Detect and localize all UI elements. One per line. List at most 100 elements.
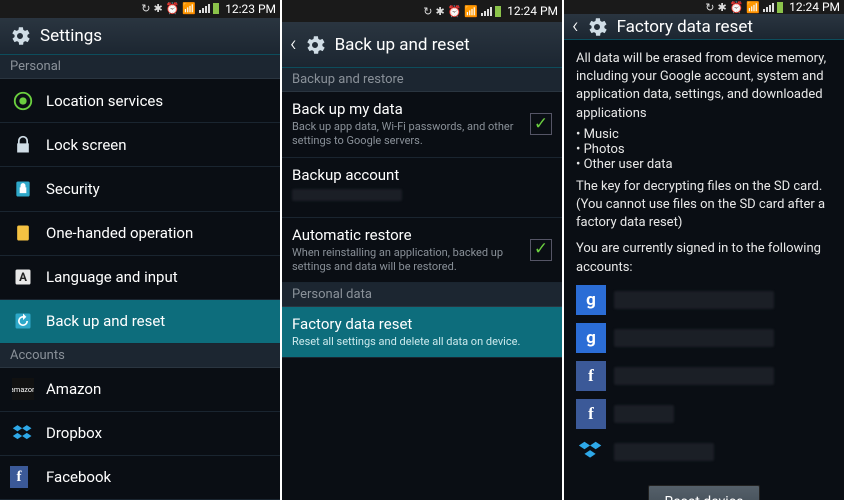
redacted-account: [614, 405, 674, 423]
section-accounts: Accounts: [0, 344, 280, 368]
item-label: Security: [46, 180, 100, 198]
redacted-account: [614, 367, 774, 385]
header: ‹ Factory data reset: [564, 14, 844, 40]
status-bar: ↻ ✱ ⏰ 📶 12:24 PM: [564, 0, 844, 14]
dropbox-icon: [576, 437, 606, 467]
item-label: Amazon: [46, 380, 101, 398]
page-title: Factory data reset: [617, 17, 753, 37]
backup-reset-screen: ↻ ✱ ⏰ 📶 12:24 PM ‹ Back up and reset Bac…: [282, 0, 564, 500]
wifi-icon: 📶: [464, 5, 478, 18]
shield-icon: [10, 176, 36, 202]
redacted-account: [292, 189, 402, 201]
factory-reset-screen: ↻ ✱ ⏰ 📶 12:24 PM ‹ Factory data reset Al…: [564, 0, 846, 500]
backup-icon: [10, 308, 36, 334]
page-title: Settings: [40, 26, 102, 46]
status-time: 12:24 PM: [507, 4, 558, 18]
facebook-icon: f: [10, 464, 36, 490]
row-subtitle: Reset all settings and delete all data o…: [292, 335, 552, 349]
signal-icon: [199, 4, 210, 13]
item-dropbox[interactable]: Dropbox: [0, 412, 280, 456]
back-button[interactable]: ‹: [290, 32, 297, 57]
status-bar: ↻ ✱ ⏰ 📶 12:24 PM: [282, 0, 562, 22]
row-subtitle: Back up app data, Wi-Fi passwords, and o…: [292, 120, 524, 149]
reset-device-button[interactable]: Reset device: [648, 485, 761, 500]
warning-text-2: The key for decrypting files on the SD c…: [564, 172, 844, 237]
battery-icon: [495, 6, 501, 17]
item-label: Lock screen: [46, 136, 127, 154]
item-amazon[interactable]: amazon Amazon: [0, 368, 280, 412]
item-label: One-handed operation: [46, 224, 193, 242]
redacted-account: [614, 291, 774, 309]
item-backup-my-data[interactable]: Back up my data Back up app data, Wi-Fi …: [282, 92, 562, 158]
header: ‹ Back up and reset: [282, 22, 562, 68]
lock-icon: [10, 132, 36, 158]
battery-icon: [777, 2, 783, 13]
header: Settings: [0, 18, 280, 55]
checkbox-restore[interactable]: ✓: [530, 239, 552, 261]
account-facebook-2: f: [564, 395, 844, 433]
row-title: Back up my data: [292, 100, 524, 118]
item-backup-account[interactable]: Backup account: [282, 158, 562, 218]
row-title: Factory data reset: [292, 315, 552, 333]
item-label: Location services: [46, 92, 163, 110]
warning-text-3: You are currently signed in to the follo…: [564, 236, 844, 280]
row-subtitle: When reinstalling an application, backed…: [292, 246, 524, 275]
item-label: Dropbox: [46, 424, 102, 442]
status-time: 12:24 PM: [789, 0, 840, 14]
google-icon: g: [576, 323, 606, 353]
section-personal: Personal: [0, 55, 280, 79]
bluetooth-icon: ✱: [153, 2, 162, 15]
item-security[interactable]: Security: [0, 167, 280, 211]
wifi-icon: 📶: [182, 2, 196, 15]
back-button[interactable]: ‹: [572, 14, 579, 39]
section-backup-restore: Backup and restore: [282, 68, 562, 92]
section-personal-data: Personal data: [282, 283, 562, 307]
item-location-services[interactable]: Location services: [0, 79, 280, 123]
item-backup-reset[interactable]: Back up and reset: [0, 300, 280, 344]
check-icon: ✓: [534, 241, 548, 258]
checkbox-backup[interactable]: ✓: [530, 113, 552, 135]
item-label: Facebook: [46, 468, 111, 486]
facebook-icon: f: [576, 399, 606, 429]
facebook-icon: f: [576, 361, 606, 391]
language-icon: A: [10, 264, 36, 290]
hand-icon: [10, 220, 36, 246]
battery-icon: [213, 3, 219, 14]
amazon-icon: amazon: [10, 376, 36, 402]
item-lock-screen[interactable]: Lock screen: [0, 123, 280, 167]
gear-icon: [8, 24, 32, 48]
check-icon: ✓: [534, 116, 548, 133]
redacted-account: [614, 443, 714, 461]
alarm-icon: ⏰: [730, 1, 744, 14]
settings-screen: ↻ ✱ ⏰ 📶 12:23 PM Settings Personal Locat…: [0, 0, 282, 500]
item-language-input[interactable]: A Language and input: [0, 256, 280, 300]
wifi-icon: 📶: [746, 1, 760, 14]
signal-icon: [763, 3, 774, 12]
google-icon: g: [576, 285, 606, 315]
bullet-other: • Other user data: [564, 157, 844, 172]
row-title: Backup account: [292, 166, 552, 184]
dropbox-icon: [10, 420, 36, 446]
item-factory-data-reset[interactable]: Factory data reset Reset all settings an…: [282, 307, 562, 358]
bluetooth-icon: ✱: [435, 5, 444, 18]
warning-text-1: All data will be erased from device memo…: [564, 40, 844, 127]
account-google-1: g: [564, 281, 844, 319]
location-icon: [10, 88, 36, 114]
alarm-icon: ⏰: [448, 5, 462, 18]
gear-icon: [585, 15, 609, 39]
status-icons: ↻ ✱ ⏰ 📶: [423, 5, 501, 18]
signal-icon: [481, 7, 492, 16]
page-title: Back up and reset: [335, 35, 470, 55]
svg-text:amazon: amazon: [12, 385, 34, 394]
status-icons: ↻ ✱ ⏰ 📶: [141, 2, 219, 15]
item-facebook[interactable]: f Facebook: [0, 456, 280, 500]
item-label: Language and input: [46, 268, 178, 286]
item-automatic-restore[interactable]: Automatic restore When reinstalling an a…: [282, 218, 562, 284]
item-one-handed[interactable]: One-handed operation: [0, 212, 280, 256]
gear-icon: [303, 33, 327, 57]
account-dropbox: [564, 433, 844, 471]
account-google-2: g: [564, 319, 844, 357]
bluetooth-icon: ✱: [717, 1, 726, 14]
button-bar: Reset device: [564, 471, 844, 500]
bullet-photos: • Photos: [564, 142, 844, 157]
